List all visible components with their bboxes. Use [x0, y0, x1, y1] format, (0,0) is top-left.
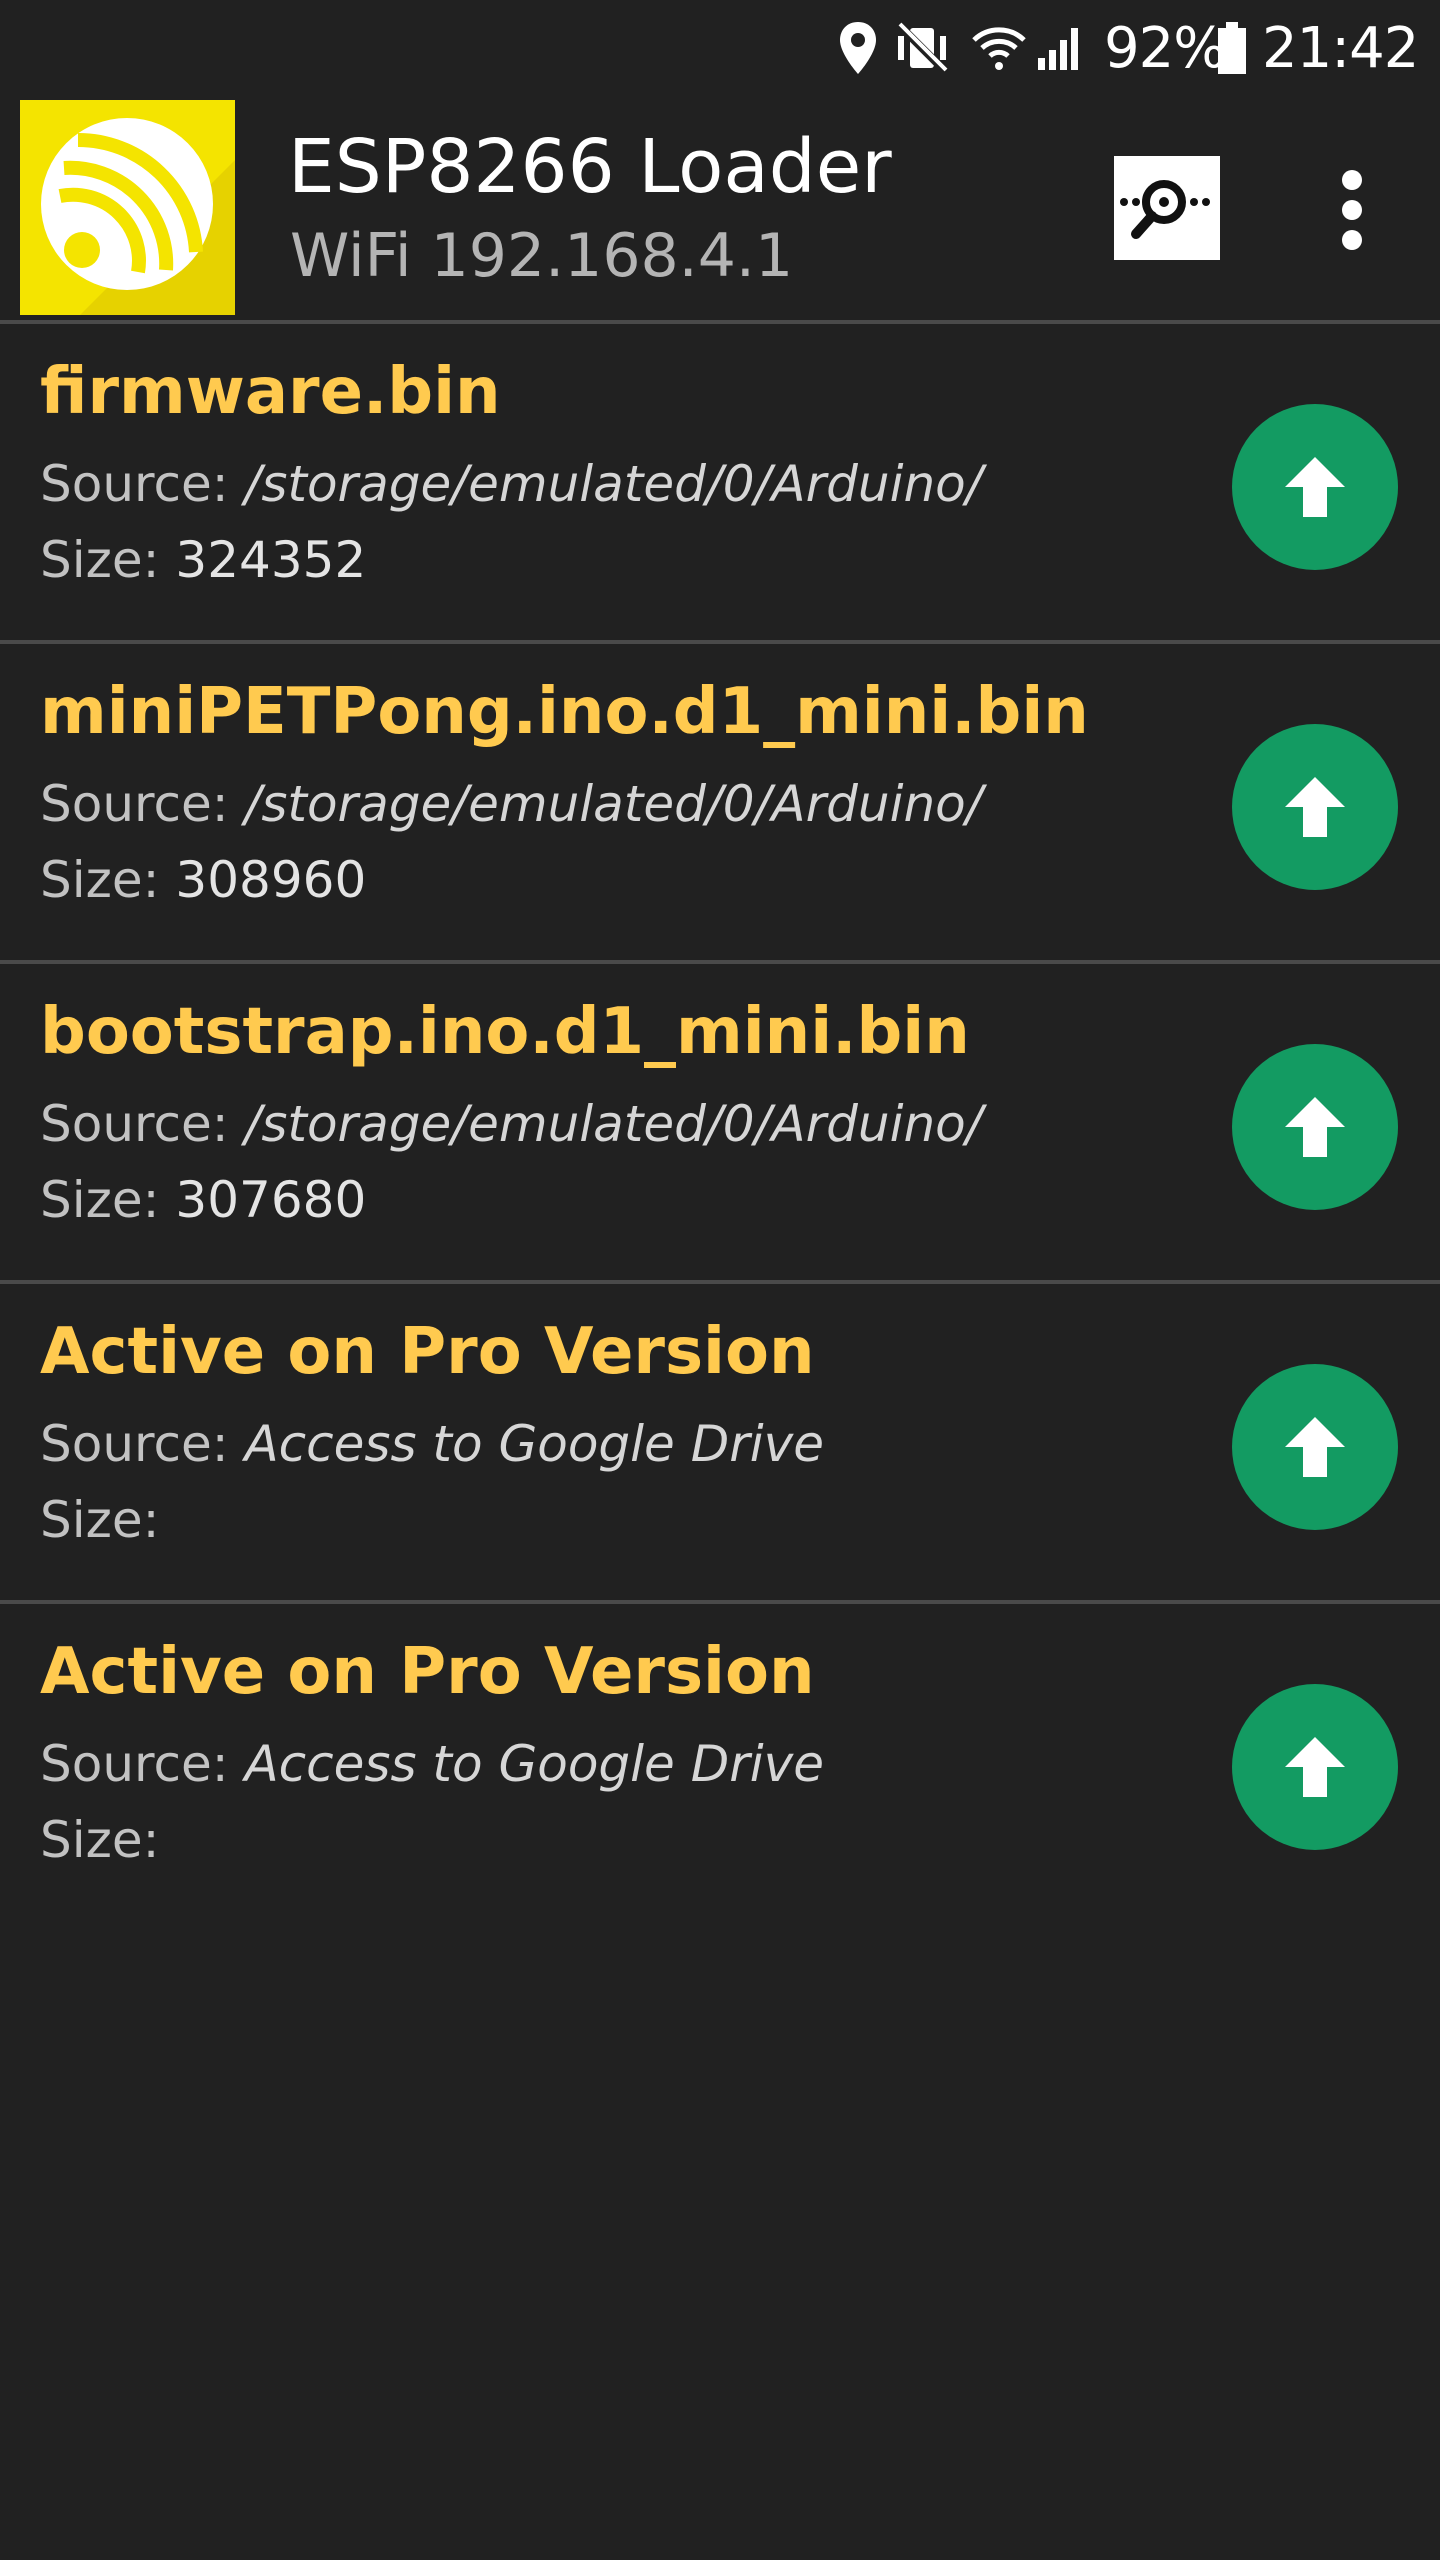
source-path: Access to Google Drive [244, 1415, 825, 1473]
status-bar: 92% 21:42 [0, 0, 1440, 98]
clock: 21:42 [1262, 16, 1419, 81]
location-icon [840, 22, 876, 74]
source-label: Source: [40, 1735, 245, 1793]
size-label: Size: [40, 1171, 176, 1229]
vibrate-mute-icon [895, 21, 949, 75]
app-title: ESP8266 Loader [288, 124, 892, 210]
size-label: Size: [40, 531, 176, 589]
size-label: Size: [40, 851, 176, 909]
upload-button[interactable] [1232, 1684, 1398, 1850]
file-name: Active on Pro Version [40, 1315, 815, 1389]
arrow-up-icon [1285, 457, 1345, 517]
size-label: Size: [40, 1491, 160, 1549]
arrow-up-icon [1285, 1097, 1345, 1157]
size-value: 324352 [175, 531, 367, 589]
file-list: firmware.bin Source: /storage/emulated/0… [0, 320, 1440, 1920]
list-item[interactable]: bootstrap.ino.d1_mini.bin Source: /stora… [0, 964, 1440, 1280]
size-value: 308960 [175, 851, 367, 909]
battery-percent: 92% [1104, 16, 1226, 81]
list-item[interactable]: firmware.bin Source: /storage/emulated/0… [0, 324, 1440, 640]
app-bar: ESP8266 Loader WiFi 192.168.4.1 [0, 98, 1440, 320]
file-size: Size: [40, 1808, 159, 1872]
file-size: Size: 307680 [40, 1168, 366, 1232]
size-value: 307680 [175, 1171, 367, 1229]
battery-icon [1218, 22, 1246, 74]
file-name: miniPETPong.ino.d1_mini.bin [40, 675, 1089, 749]
list-item[interactable]: Active on Pro Version Source: Access to … [0, 1284, 1440, 1600]
arrow-up-icon [1285, 777, 1345, 837]
espressif-logo-icon [20, 100, 235, 315]
file-size: Size: [40, 1488, 159, 1552]
signal-icon [1038, 28, 1078, 70]
file-size: Size: 324352 [40, 528, 366, 592]
file-name: bootstrap.ino.d1_mini.bin [40, 995, 970, 1069]
file-source: Source: /storage/emulated/0/Arduino/ [40, 1092, 983, 1156]
source-path: /storage/emulated/0/Arduino/ [244, 455, 983, 513]
file-source: Source: Access to Google Drive [40, 1732, 824, 1796]
size-label: Size: [40, 1811, 160, 1869]
network-scan-button[interactable] [1114, 156, 1220, 260]
list-item[interactable]: Active on Pro Version Source: Access to … [0, 1604, 1440, 1920]
source-label: Source: [40, 455, 245, 513]
file-size: Size: 308960 [40, 848, 366, 912]
source-label: Source: [40, 775, 245, 833]
upload-button[interactable] [1232, 724, 1398, 890]
arrow-up-icon [1285, 1417, 1345, 1477]
more-vert-icon[interactable] [1320, 160, 1384, 260]
upload-button[interactable] [1232, 1044, 1398, 1210]
upload-button[interactable] [1232, 1364, 1398, 1530]
file-name: firmware.bin [40, 355, 501, 429]
wifi-icon [972, 27, 1026, 70]
file-name: Active on Pro Version [40, 1635, 815, 1709]
source-path: /storage/emulated/0/Arduino/ [244, 1095, 983, 1153]
list-item[interactable]: miniPETPong.ino.d1_mini.bin Source: /sto… [0, 644, 1440, 960]
upload-button[interactable] [1232, 404, 1398, 570]
source-label: Source: [40, 1095, 245, 1153]
arrow-up-icon [1285, 1737, 1345, 1797]
file-source: Source: /storage/emulated/0/Arduino/ [40, 452, 983, 516]
connection-subtitle: WiFi 192.168.4.1 [290, 221, 794, 291]
source-path: Access to Google Drive [244, 1735, 825, 1793]
source-label: Source: [40, 1415, 245, 1473]
source-path: /storage/emulated/0/Arduino/ [244, 775, 983, 833]
network-scan-icon [1120, 180, 1210, 239]
file-source: Source: /storage/emulated/0/Arduino/ [40, 772, 983, 836]
file-source: Source: Access to Google Drive [40, 1412, 824, 1476]
